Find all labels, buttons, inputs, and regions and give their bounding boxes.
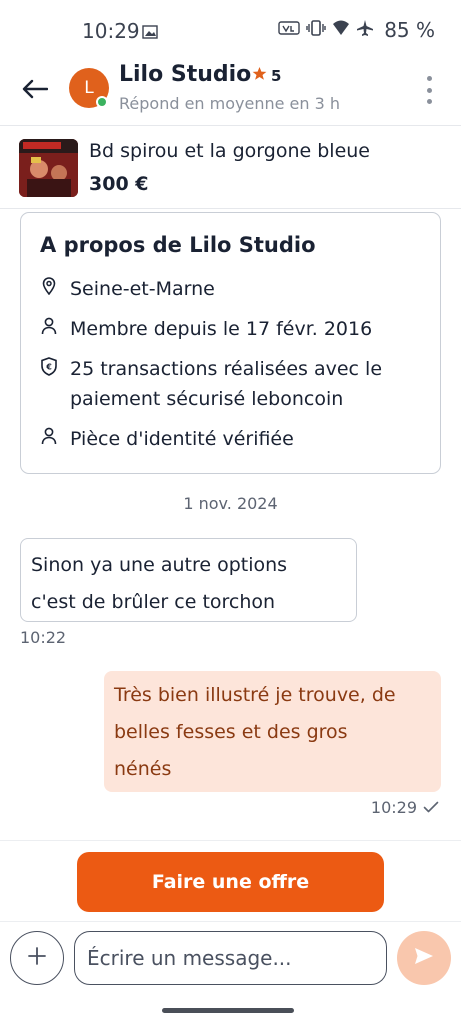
- message-line: c'est de brûler ce torchon: [31, 591, 276, 613]
- outgoing-message[interactable]: Très bien illustré je trouve, de belles …: [104, 671, 441, 792]
- incoming-message[interactable]: Sinon ya une autre options c'est de brûl…: [20, 538, 357, 622]
- location-pin-icon: [40, 275, 58, 297]
- message-line: nénés: [114, 758, 172, 780]
- about-location: Seine-et-Marne: [40, 274, 425, 304]
- status-icons: 85 %: [278, 18, 435, 42]
- plus-icon: [27, 946, 47, 970]
- message-input[interactable]: [74, 931, 387, 985]
- message-line: belles fesses et des gros: [114, 721, 348, 743]
- date-separator: 1 nov. 2024: [183, 494, 278, 513]
- seller-about-card: A propos de Lilo Studio Seine-et-Marne M…: [20, 212, 441, 474]
- message-time: 10:22: [20, 628, 67, 647]
- volte-icon: [278, 20, 300, 40]
- identity-text: Pièce d'identité vérifiée: [70, 428, 294, 450]
- home-indicator: [162, 1008, 294, 1013]
- battery-level: 85 %: [384, 18, 435, 42]
- offer-bar: Faire une offre: [0, 840, 461, 922]
- more-vertical-icon: [426, 76, 432, 81]
- back-button[interactable]: [18, 74, 52, 108]
- message-line: Très bien illustré je trouve, de: [114, 684, 396, 706]
- send-button[interactable]: [397, 931, 451, 985]
- listing-summary[interactable]: Bd spirou et la gorgone bleue 300 €: [0, 127, 461, 209]
- message-line: Sinon ya une autre options: [31, 554, 288, 576]
- message-time: 10:29: [370, 798, 417, 817]
- image-icon: [142, 24, 158, 43]
- listing-thumbnail: [19, 139, 78, 197]
- about-identity: Pièce d'identité vérifiée: [40, 424, 425, 454]
- more-options-button[interactable]: [421, 74, 437, 106]
- status-time: 10:29: [82, 19, 140, 43]
- location-text: Seine-et-Marne: [70, 278, 215, 300]
- listing-price: 300 €: [89, 173, 149, 195]
- check-icon: [423, 798, 439, 817]
- status-bar: 10:29 85 %: [0, 0, 461, 62]
- listing-title: Bd spirou et la gorgone bleue: [89, 140, 370, 162]
- seller-rating: 5: [252, 66, 281, 85]
- member-since-text: Membre depuis le 17 févr. 2016: [70, 318, 373, 340]
- message-time-status: 10:29: [371, 798, 439, 817]
- secure-payment-shield-icon: €: [40, 355, 58, 377]
- arrow-left-icon: [22, 79, 49, 103]
- make-offer-button[interactable]: Faire une offre: [77, 852, 384, 912]
- conversation-header: L Lilo Studio 5 Répond en moyenne en 3 h: [0, 58, 461, 126]
- response-time: Répond en moyenne en 3 h: [119, 94, 341, 113]
- avatar-letter: L: [84, 78, 94, 98]
- about-title: A propos de Lilo Studio: [40, 233, 316, 257]
- about-transactions: € 25 transactions réalisées avec le paie…: [40, 354, 425, 414]
- star-icon: [252, 66, 267, 85]
- attach-button[interactable]: [10, 931, 64, 985]
- online-indicator: [96, 96, 108, 108]
- vibrate-icon: [306, 19, 326, 41]
- svg-text:€: €: [45, 362, 52, 371]
- airplane-icon: [356, 19, 374, 41]
- user-icon: [40, 425, 58, 447]
- wifi-icon: [332, 20, 350, 40]
- message-composer: [0, 922, 461, 1002]
- about-member-since: Membre depuis le 17 févr. 2016: [40, 314, 425, 344]
- user-icon: [40, 315, 58, 337]
- transactions-text: 25 transactions réalisées avec le paieme…: [70, 358, 383, 410]
- seller-name[interactable]: Lilo Studio: [119, 62, 251, 87]
- rating-value: 5: [271, 66, 282, 85]
- send-icon: [414, 947, 434, 969]
